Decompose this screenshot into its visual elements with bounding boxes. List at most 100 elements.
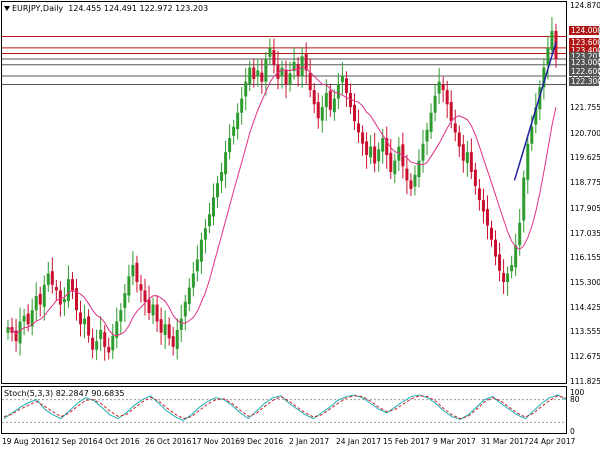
candle-body (103, 332, 107, 347)
candle-body (498, 254, 502, 271)
candle-body (135, 262, 139, 282)
date-axis-label: 24 Jan 2017 (336, 437, 381, 446)
chart-canvas (2, 17, 567, 423)
price-axis-label: 121.755 (570, 103, 600, 112)
candle-body (369, 146, 373, 158)
candle-body (405, 168, 409, 181)
candle-body (26, 313, 30, 325)
candle-body (344, 78, 348, 93)
candle-body (328, 90, 332, 110)
symbol-name: EURJPY,Daily (12, 4, 64, 13)
candle-body (445, 90, 449, 105)
candle-body (220, 171, 224, 181)
candle-body (332, 98, 336, 113)
stochastic-main-line (3, 394, 567, 422)
candle-body (34, 296, 38, 311)
candle-body (87, 316, 91, 336)
candle-body (159, 319, 163, 333)
candle-body (300, 56, 304, 77)
date-axis-label: 2 Jan 2017 (289, 437, 330, 446)
candle-body (147, 299, 151, 314)
candle-body (139, 284, 143, 291)
candle-body (433, 95, 437, 113)
date-axis-label: 17 Nov 2016 (192, 437, 241, 446)
trend-line (513, 41, 557, 181)
candle-body (228, 138, 232, 153)
candle-body (203, 228, 207, 240)
candle-body (308, 72, 312, 91)
candle-body (437, 81, 441, 94)
candle-body (151, 304, 155, 316)
price-tag: 124.000 (569, 26, 600, 35)
ohlc-values: 124.455 124.491 122.972 123.203 (68, 4, 209, 13)
candle-body (58, 290, 62, 305)
candle-body (42, 284, 46, 307)
candle-body (429, 112, 433, 132)
candle-body (95, 341, 99, 350)
stochastic-header: Stoch(5,3,3) 82.2847 90.6835 (4, 389, 125, 398)
price-axis-label: 117.035 (570, 229, 600, 238)
candle-body (66, 279, 70, 302)
candle-body (191, 273, 195, 288)
candle-body (361, 132, 365, 144)
price-tag: 122.300 (569, 77, 600, 86)
price-axis-label: 115.300 (570, 278, 600, 287)
candle-body (490, 227, 494, 240)
candle-body (107, 346, 111, 353)
candle-body (232, 126, 236, 136)
candle-body (111, 335, 115, 351)
dropdown-triangle-icon[interactable] (4, 6, 10, 11)
candle-body (50, 271, 54, 285)
candle-body (123, 293, 127, 308)
date-axis-label: 26 Oct 2016 (145, 437, 192, 446)
candle-body (175, 329, 179, 350)
price-tag: 122.600 (569, 67, 600, 76)
candle-body (252, 67, 256, 79)
candle-body (453, 123, 457, 133)
candle-body (393, 160, 397, 175)
candle-body (183, 301, 187, 317)
candle-body (457, 132, 461, 147)
candle-body (469, 152, 473, 172)
candle-body (248, 67, 252, 84)
candle-body (195, 259, 199, 272)
candle-body (22, 315, 26, 322)
date-axis-label: 4 Oct 2016 (98, 437, 140, 446)
candle-body (260, 72, 264, 82)
candle-body (70, 279, 74, 291)
chart-window[interactable]: EURJPY,Daily 124.455 124.491 122.972 123… (0, 0, 600, 450)
date-axis-label: 24 Apr 2017 (529, 437, 576, 446)
candle-body (409, 180, 413, 189)
symbol-header: EURJPY,Daily 124.455 124.491 122.972 123… (4, 4, 208, 13)
candle-body (143, 290, 147, 302)
price-axis-label: 113.555 (570, 327, 600, 336)
candle-body (83, 318, 87, 325)
candle-body (264, 59, 268, 82)
candle-body (518, 222, 522, 246)
candle-body (288, 73, 292, 85)
candle-body (179, 318, 183, 330)
price-axis-label: 112.675 (570, 352, 600, 361)
price-axis-label: 120.700 (570, 129, 600, 138)
candle-body (244, 81, 248, 97)
candle-body (296, 64, 300, 77)
candle-body (477, 188, 481, 201)
candle-body (357, 123, 361, 133)
candle-body (256, 70, 260, 77)
date-axis-label: 9 Mar 2017 (433, 437, 476, 446)
candle-body (413, 174, 417, 187)
candle-body (284, 69, 288, 85)
price-axis-label: 114.425 (570, 303, 600, 312)
price-axis-label: 117.905 (570, 204, 600, 213)
candle-body (163, 324, 167, 336)
candle-body (340, 76, 344, 83)
candle-body (54, 287, 58, 291)
candle-body (38, 293, 42, 305)
candle-body (99, 329, 103, 339)
candle-body (473, 169, 477, 187)
candle-body (381, 138, 385, 152)
price-axis-label: 124.870 (570, 1, 600, 10)
date-axis-label: 31 Mar 2017 (481, 437, 529, 446)
candle-body (546, 47, 550, 66)
date-axis-label: 12 Sep 2016 (50, 437, 98, 446)
